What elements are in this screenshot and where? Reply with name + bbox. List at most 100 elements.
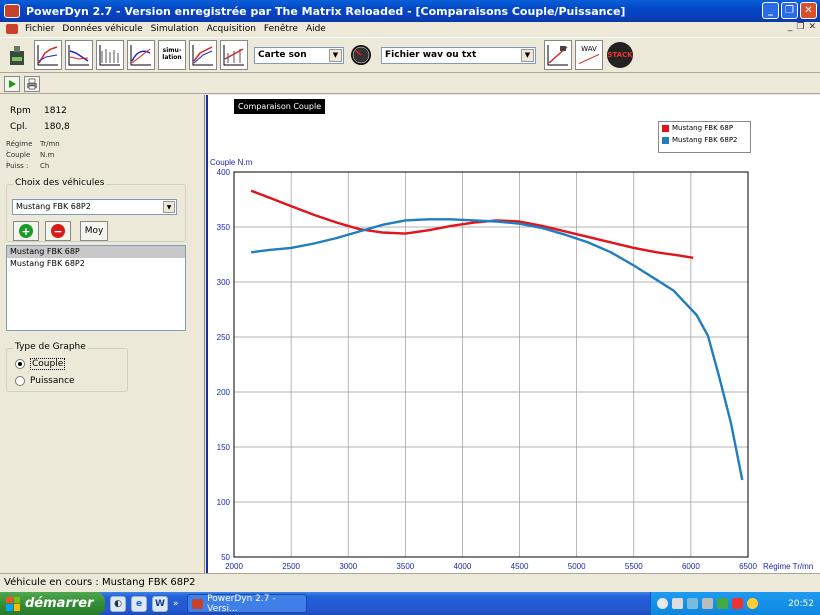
wav-tool[interactable]: WAV [575,40,603,70]
document-icon[interactable] [6,24,18,34]
radio-button-checked[interactable] [15,359,25,369]
printer-icon [27,78,37,89]
list-item[interactable]: Mustang FBK 68P2 [7,258,185,270]
system-tray: 20:52 [650,592,820,615]
graph-type-title: Type de Graphe [13,342,88,352]
radio-couple[interactable]: Couple [15,358,66,370]
x-tick-label: 5500 [625,562,643,571]
menu-fichier[interactable]: Fichier [21,24,58,34]
x-tick-label: 3000 [339,562,357,571]
legend-swatch-blue [662,136,669,144]
y-tick-label: 200 [217,388,231,397]
average-button[interactable]: Moy [80,221,108,241]
series-line-1 [250,189,694,259]
radio-button[interactable] [15,376,25,386]
curve-tool-1[interactable] [34,40,62,70]
task-button-powerdyn[interactable]: PowerDyn 2.7 - Versi... [186,594,307,614]
x-axis-label: Régime Tr/mn [763,562,813,571]
cpl-label: Cpl. [10,122,28,132]
start-label: démarrer [25,596,94,611]
radio-couple-label: Couple [30,358,66,370]
clock: 20:52 [788,598,814,609]
curve-chart-icon [37,45,58,66]
play-button[interactable] [4,75,20,92]
sound-source-value: Carte son [258,50,307,60]
app-icon [191,598,204,609]
plus-icon: + [19,224,33,238]
chevron-down-icon[interactable]: ▼ [521,48,534,62]
curve-tool-5[interactable] [189,40,217,70]
left-panel: Rpm 1812 Cpl. 180,8 Régime : Tr/mn Coupl… [0,95,205,573]
puiss-label: Puiss : [6,162,29,170]
list-item[interactable]: Mustang FBK 68P [7,246,185,258]
chart-series [250,189,744,481]
simulation-tool-label: simu-lation [162,47,182,61]
curve-tool-2[interactable] [65,40,93,70]
monitor-icon[interactable] [717,598,728,609]
maximize-button[interactable]: ❐ [781,2,798,19]
word-icon[interactable]: W [152,595,168,612]
puiss-unit-row: Puiss : Ch [6,162,49,170]
update-icon[interactable] [747,598,758,609]
menu-simulation[interactable]: Simulation [147,24,203,34]
x-tick-label: 3500 [396,562,414,571]
multi-curve-icon [223,45,244,66]
play-icon [9,79,16,88]
remove-vehicle-button[interactable]: − [45,221,71,241]
tachometer-tool[interactable] [347,40,375,70]
x-tick-label: 6500 [739,562,757,571]
acquisition-tool[interactable] [544,40,572,70]
security-icon[interactable] [732,598,743,609]
speaker-icon[interactable] [672,598,683,609]
rpm-readout: Rpm 1812 [10,106,67,116]
menu-fenetre[interactable]: Fenêtre [260,24,302,34]
curve-chart-icon [192,45,213,66]
minimize-button[interactable]: _ [762,2,779,19]
stack-tool[interactable]: STACK [606,40,634,70]
internet-explorer-icon[interactable]: e [131,595,147,612]
y-tick-label: 100 [217,498,231,507]
app-icon[interactable] [4,4,20,18]
print-button[interactable] [24,75,40,92]
x-tick-label: 5000 [568,562,586,571]
file-type-select[interactable]: Fichier wav ou txt ▼ [381,46,536,64]
show-desktop-icon[interactable]: ◐ [110,595,126,612]
curve-tool-6[interactable] [220,40,248,70]
x-tick-label: 4000 [454,562,472,571]
status-bar: Véhicule en cours : Mustang FBK 68P2 [0,573,820,591]
legend-swatch-red [662,124,669,132]
quick-launch-more[interactable]: » [173,599,179,609]
mdi-restore-button[interactable]: ❐ [796,22,804,32]
x-tick-label: 2500 [282,562,300,571]
curve-tool-4[interactable] [127,40,155,70]
simulation-tool[interactable]: simu-lation [158,40,186,70]
curve-tool-3[interactable] [96,40,124,70]
printer-tray-icon[interactable] [702,598,713,609]
mdi-minimize-button[interactable]: _ [788,22,793,32]
close-button[interactable]: ✕ [800,2,817,19]
menu-donnees-vehicule[interactable]: Données véhicule [58,24,146,34]
secondary-toolbar [0,74,820,94]
legend-item: Mustang FBK 68P2 [659,134,750,146]
title-bar[interactable]: PowerDyn 2.7 - Version enregistrée par T… [0,0,820,22]
chevron-down-icon[interactable]: ▼ [163,201,175,213]
menu-acquisition[interactable]: Acquisition [203,24,260,34]
vehicle-select[interactable]: Mustang FBK 68P2 ▼ [12,199,177,215]
legend-item: Mustang FBK 68P [659,122,750,134]
chart-legend: Mustang FBK 68P Mustang FBK 68P2 [658,121,751,153]
engine-tool[interactable] [3,40,31,70]
chevron-down-icon[interactable]: ▼ [329,48,342,62]
radio-puissance-label: Puissance [30,376,75,386]
sound-source-select[interactable]: Carte son ▼ [254,46,344,64]
y-tick-label: 150 [217,443,231,452]
back-icon[interactable] [657,598,668,609]
start-button[interactable]: démarrer [0,592,105,615]
menu-aide[interactable]: Aide [302,24,330,34]
mdi-close-button[interactable]: ✕ [808,22,816,32]
stack-icon: STACK [607,42,633,68]
add-vehicle-button[interactable]: + [13,221,39,241]
radio-puissance[interactable]: Puissance [15,376,75,386]
network-icon[interactable] [687,598,698,609]
vehicle-list[interactable]: Mustang FBK 68P Mustang FBK 68P2 [6,245,186,331]
mdi-controls: _ ❐ ✕ [788,22,816,32]
